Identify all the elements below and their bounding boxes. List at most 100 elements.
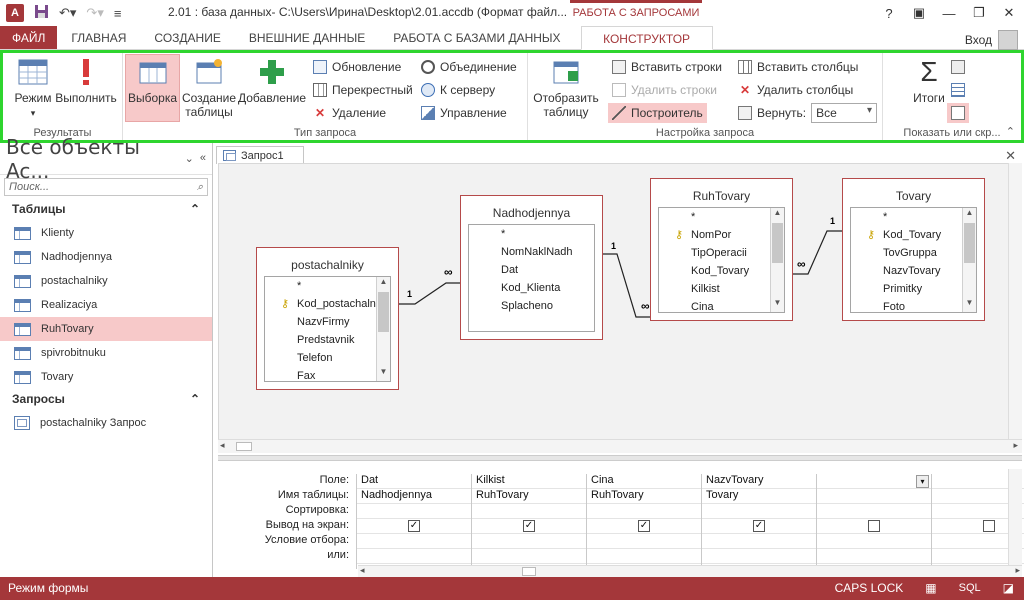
grid-table-cell[interactable] bbox=[817, 489, 931, 504]
field-list-field[interactable]: Primitky bbox=[851, 280, 976, 298]
field-list-field[interactable]: TovGruppa bbox=[851, 244, 976, 262]
scroll-up-icon[interactable]: ▲ bbox=[377, 277, 390, 291]
grid-table-cell[interactable]: Nadhodjennya bbox=[357, 489, 471, 504]
grid-field-value[interactable]: NazvTovary bbox=[706, 474, 763, 486]
field-list-scrollbar[interactable]: ▲ ▼ bbox=[770, 208, 784, 312]
grid-column[interactable]: Kilkist RuhTovary ✓ bbox=[471, 474, 586, 569]
grid-criteria-cell[interactable] bbox=[472, 534, 586, 549]
grid-column[interactable]: NazvTovary Tovary ✓ bbox=[701, 474, 816, 569]
scroll-down-icon[interactable]: ▼ bbox=[771, 298, 784, 312]
table-names-button[interactable] bbox=[947, 103, 969, 123]
grid-table-cell[interactable]: RuhTovary bbox=[472, 489, 586, 504]
field-list-field[interactable]: * bbox=[469, 225, 594, 243]
field-list-field[interactable]: Splacheno bbox=[469, 297, 594, 315]
grid-criteria-cell[interactable] bbox=[357, 534, 471, 549]
field-list-field[interactable]: ⚷ NomPor bbox=[659, 226, 784, 244]
grid-sort-cell[interactable] bbox=[472, 504, 586, 519]
field-list-tovary[interactable]: Tovary * ⚷ Kod_Tovary TovGruppa NazvTovary Pri… bbox=[842, 178, 985, 321]
grid-field-value[interactable]: Dat bbox=[361, 474, 378, 486]
parameters-button[interactable] bbox=[951, 57, 965, 77]
nav-table-item[interactable]: spivrobitnuku bbox=[0, 341, 212, 365]
delete-columns-button[interactable]: ✕ Удалить столбцы bbox=[738, 80, 853, 100]
field-list-title[interactable]: Tovary bbox=[843, 179, 984, 209]
close-button[interactable]: ✕ bbox=[994, 0, 1024, 26]
grid-criteria-cell[interactable] bbox=[702, 534, 816, 549]
grid-or-cell[interactable] bbox=[357, 549, 471, 564]
grid-field-value[interactable]: Kilkist bbox=[476, 474, 505, 486]
grid-field-cell[interactable]: Dat bbox=[357, 474, 471, 489]
scroll-right-icon[interactable]: ▸ bbox=[1015, 565, 1020, 576]
nav-section-queries[interactable]: Запросы ⌃ bbox=[0, 389, 212, 411]
help-button[interactable]: ? bbox=[874, 0, 904, 26]
save-icon[interactable] bbox=[34, 4, 49, 22]
field-list-field[interactable]: Kod_Tovary bbox=[659, 262, 784, 280]
grid-table-value[interactable]: Nadhodjennya bbox=[361, 489, 432, 501]
scroll-thumb[interactable] bbox=[378, 292, 389, 332]
grid-field-cell[interactable]: Cina bbox=[587, 474, 701, 489]
sql-view-button[interactable]: SQL bbox=[959, 582, 981, 594]
scroll-thumb[interactable] bbox=[964, 223, 975, 263]
grid-field-value[interactable]: Cina bbox=[591, 474, 614, 486]
tab-design[interactable]: КОНСТРУКТОР bbox=[580, 26, 713, 50]
field-list-field[interactable]: NazvTovary bbox=[851, 262, 976, 280]
field-list-field[interactable]: NomNaklNadh bbox=[469, 243, 594, 261]
collapse-ribbon-icon[interactable]: ⌃ bbox=[1006, 125, 1015, 138]
grid-or-cell[interactable] bbox=[817, 549, 931, 564]
grid-table-cell[interactable]: Tovary bbox=[702, 489, 816, 504]
field-list-field[interactable]: * bbox=[265, 277, 390, 295]
design-view-icon[interactable]: ◪ bbox=[1003, 581, 1014, 595]
crosstab-button[interactable]: Перекрестный bbox=[313, 80, 413, 100]
scroll-down-icon[interactable]: ▼ bbox=[963, 298, 976, 312]
builder-button[interactable]: Построитель bbox=[608, 103, 707, 123]
delete-rows-button[interactable]: Удалить строки bbox=[612, 80, 717, 100]
field-list-field[interactable]: Kilkist bbox=[659, 280, 784, 298]
nav-table-item[interactable]: RuhTovary bbox=[0, 317, 212, 341]
avatar[interactable] bbox=[998, 30, 1018, 50]
undo-icon[interactable]: ↶▾ bbox=[59, 5, 76, 21]
grid-criteria-cell[interactable] bbox=[817, 534, 931, 549]
minimize-button[interactable]: — bbox=[934, 0, 964, 26]
customize-toolbar-icon[interactable]: ≡ bbox=[114, 6, 122, 21]
show-checkbox[interactable] bbox=[983, 520, 995, 532]
show-checkbox[interactable] bbox=[868, 520, 880, 532]
scroll-up-icon[interactable]: ▲ bbox=[771, 208, 784, 222]
field-list-scrollbar[interactable]: ▲ ▼ bbox=[962, 208, 976, 312]
section-collapse-icon[interactable]: ⌃ bbox=[190, 202, 200, 218]
field-list-field[interactable]: ⚷ Kod_postachalnyka bbox=[265, 295, 390, 313]
property-sheet-button[interactable] bbox=[951, 80, 965, 100]
nav-collapse-icon[interactable]: « bbox=[200, 152, 206, 165]
nav-table-item[interactable]: Realizaciya bbox=[0, 293, 212, 317]
grid-field-cell[interactable]: ▾ bbox=[817, 474, 931, 489]
grid-field-cell[interactable]: NazvTovary bbox=[702, 474, 816, 489]
nav-table-item[interactable]: postachalniky bbox=[0, 269, 212, 293]
select-query-button[interactable]: Выборка bbox=[125, 54, 180, 122]
form-view-icon[interactable]: ▦ bbox=[925, 581, 936, 595]
query-design-surface[interactable]: 1 ∞ 1 ∞ 1 ∞ postachalniky * ⚷ Kod_postachalnyka N… bbox=[218, 163, 1022, 453]
field-list-title[interactable]: postachalniky bbox=[257, 248, 398, 278]
nav-menu-chevron-icon[interactable]: ⌄ bbox=[185, 152, 194, 165]
grid-or-cell[interactable] bbox=[702, 549, 816, 564]
pass-through-button[interactable]: К серверу bbox=[421, 80, 495, 100]
field-list-field[interactable]: NazvFirmy bbox=[265, 313, 390, 331]
nav-table-item[interactable]: Tovary bbox=[0, 365, 212, 389]
grid-table-value[interactable]: RuhTovary bbox=[476, 489, 529, 501]
tab-query1[interactable]: Запрос1 bbox=[216, 146, 304, 164]
field-list-ruhtovary[interactable]: RuhTovary * ⚷ NomPor TipOperacii Kod_Tovary Ki… bbox=[650, 178, 793, 321]
grid-sort-cell[interactable] bbox=[587, 504, 701, 519]
scroll-right-icon[interactable]: ▸ bbox=[1013, 440, 1018, 451]
grid-or-cell[interactable] bbox=[472, 549, 586, 564]
insert-rows-button[interactable]: Вставить строки bbox=[612, 57, 722, 77]
design-horizontal-scrollbar[interactable]: ◂ ▸ bbox=[218, 439, 1022, 453]
field-list-field[interactable]: Telefon bbox=[265, 349, 390, 367]
grid-sort-cell[interactable] bbox=[357, 504, 471, 519]
union-button[interactable]: Объединение bbox=[421, 57, 517, 77]
field-list-field[interactable]: ⚷ Kod_Tovary bbox=[851, 226, 976, 244]
grid-field-cell[interactable]: Kilkist bbox=[472, 474, 586, 489]
nav-search-placeholder[interactable]: Поиск... bbox=[9, 181, 49, 193]
grid-horizontal-scrollbar[interactable]: ◂ ▸ bbox=[358, 565, 1022, 577]
grid-column[interactable]: Cina RuhTovary ✓ bbox=[586, 474, 701, 569]
grid-table-value[interactable]: Tovary bbox=[706, 489, 738, 501]
tab-create[interactable]: СОЗДАНИЕ bbox=[140, 26, 234, 49]
nav-section-tables[interactable]: Таблицы ⌃ bbox=[0, 199, 212, 221]
grid-sort-cell[interactable] bbox=[702, 504, 816, 519]
